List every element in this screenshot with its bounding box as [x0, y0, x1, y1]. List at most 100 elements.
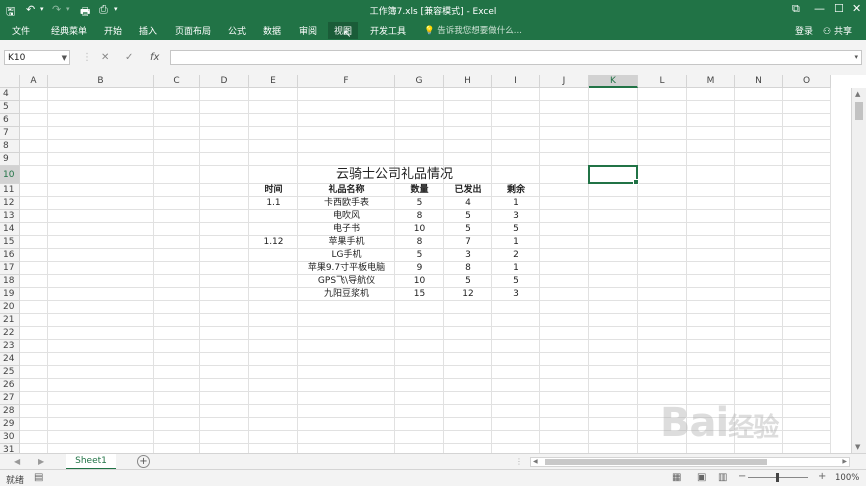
vertical-scroll-thumb[interactable]	[855, 102, 863, 120]
table-cell[interactable]: 9	[395, 262, 444, 275]
row-header-6[interactable]: 6	[0, 114, 20, 127]
table-cell[interactable]: 8	[395, 236, 444, 249]
table-cell[interactable]: 7	[444, 236, 492, 249]
column-header-a[interactable]: A	[20, 75, 48, 88]
expand-formula-bar-icon[interactable]: ▾	[854, 53, 858, 61]
sheet-title-cell[interactable]: 云骑士公司礼品情况	[249, 166, 540, 184]
formula-input[interactable]: ▾	[170, 50, 862, 65]
scroll-tabs-left-icon[interactable]: ◀	[14, 457, 20, 466]
column-header-c[interactable]: C	[154, 75, 200, 88]
table-header-cell[interactable]: 时间	[249, 184, 298, 197]
table-cell[interactable]: 5	[492, 275, 540, 288]
table-cell[interactable]: 3	[492, 288, 540, 301]
cancel-icon[interactable]: ✕	[101, 52, 109, 63]
row-header-23[interactable]: 23	[0, 340, 20, 353]
row-header-8[interactable]: 8	[0, 140, 20, 153]
table-cell[interactable]: 1	[492, 262, 540, 275]
page-layout-view-icon[interactable]: ▣	[697, 472, 706, 483]
scroll-tabs-right-icon[interactable]: ▶	[38, 457, 44, 466]
column-header-i[interactable]: I	[492, 75, 540, 88]
row-header-25[interactable]: 25	[0, 366, 20, 379]
tab-split-handle-icon[interactable]: ⋮	[515, 457, 523, 466]
column-header-e[interactable]: E	[249, 75, 298, 88]
row-header-29[interactable]: 29	[0, 418, 20, 431]
row-header-26[interactable]: 26	[0, 379, 20, 392]
column-header-l[interactable]: L	[638, 75, 687, 88]
vertical-scrollbar[interactable]: ▲ ▼	[851, 88, 866, 453]
row-header-22[interactable]: 22	[0, 327, 20, 340]
column-header-o[interactable]: O	[783, 75, 831, 88]
normal-view-icon[interactable]: ▦	[672, 472, 681, 483]
row-header-16[interactable]: 16	[0, 249, 20, 262]
enter-icon[interactable]: ✓	[125, 52, 133, 63]
column-header-j[interactable]: J	[540, 75, 589, 88]
row-header-28[interactable]: 28	[0, 405, 20, 418]
column-header-g[interactable]: G	[395, 75, 444, 88]
table-cell[interactable]: 5	[444, 210, 492, 223]
row-header-24[interactable]: 24	[0, 353, 20, 366]
page-break-view-icon[interactable]: ▥	[718, 472, 727, 483]
row-header-21[interactable]: 21	[0, 314, 20, 327]
column-header-m[interactable]: M	[687, 75, 735, 88]
tab-file[interactable]: 文件	[12, 24, 30, 37]
row-header-14[interactable]: 14	[0, 223, 20, 236]
worksheet-grid[interactable]: A B C D E F G H I J K L M N O 4 5 6 7 8 9 10 11 12 13 14 15 16 17 18 1…	[0, 75, 866, 453]
maximize-icon[interactable]: ☐	[834, 2, 844, 15]
row-header-12[interactable]: 12	[0, 197, 20, 210]
table-cell[interactable]: 8	[444, 262, 492, 275]
name-box-dropdown-icon[interactable]: ▼	[62, 51, 67, 66]
table-cell[interactable]: 15	[395, 288, 444, 301]
row-header-9[interactable]: 9	[0, 153, 20, 166]
table-cell[interactable]: 12	[444, 288, 492, 301]
horizontal-scroll-thumb[interactable]	[545, 459, 767, 465]
row-header-7[interactable]: 7	[0, 127, 20, 140]
tab-page-layout[interactable]: 页面布局	[175, 24, 211, 37]
table-cell[interactable]: 1.1	[249, 197, 298, 210]
column-header-k[interactable]: K	[589, 75, 638, 88]
table-cell[interactable]: 3	[444, 249, 492, 262]
zoom-slider-knob[interactable]	[776, 473, 779, 482]
tab-formulas[interactable]: 公式	[228, 24, 246, 37]
table-cell[interactable]: 1	[492, 236, 540, 249]
row-header-10[interactable]: 10	[0, 166, 20, 184]
fill-handle[interactable]	[633, 179, 639, 185]
table-cell[interactable]: 1.12	[249, 236, 298, 249]
minimize-icon[interactable]: —	[814, 2, 825, 15]
table-cell[interactable]: 电吹风	[298, 210, 395, 223]
row-header-4[interactable]: 4	[0, 88, 20, 101]
tab-developer[interactable]: 开发工具	[370, 24, 406, 37]
table-cell[interactable]: 5	[395, 249, 444, 262]
tab-data[interactable]: 数据	[263, 24, 281, 37]
table-cell[interactable]: 苹果手机	[298, 236, 395, 249]
table-header-cell[interactable]: 数量	[395, 184, 444, 197]
zoom-in-button[interactable]: +	[818, 471, 826, 482]
table-cell[interactable]: 5	[444, 275, 492, 288]
column-header-n[interactable]: N	[735, 75, 783, 88]
restore-icon[interactable]: ⧉	[792, 2, 800, 16]
zoom-out-button[interactable]: −	[738, 471, 746, 482]
table-cell[interactable]: 4	[444, 197, 492, 210]
column-header-b[interactable]: B	[48, 75, 154, 88]
table-cell[interactable]: 5	[492, 223, 540, 236]
column-header-f[interactable]: F	[298, 75, 395, 88]
table-cell[interactable]: 电子书	[298, 223, 395, 236]
row-header-11[interactable]: 11	[0, 184, 20, 197]
sheet-tab-sheet1[interactable]: Sheet1	[66, 454, 116, 470]
tell-me-search[interactable]: 💡 告诉我您想要做什么...	[424, 24, 522, 36]
table-cell[interactable]: 苹果9.7寸平板电脑	[298, 262, 395, 275]
zoom-slider[interactable]	[748, 473, 808, 482]
row-header-18[interactable]: 18	[0, 275, 20, 288]
row-header-19[interactable]: 19	[0, 288, 20, 301]
table-cell[interactable]: LG手机	[298, 249, 395, 262]
row-header-17[interactable]: 17	[0, 262, 20, 275]
table-cell[interactable]: 10	[395, 223, 444, 236]
table-cell[interactable]: 卡西欧手表	[298, 197, 395, 210]
table-header-cell[interactable]: 已发出	[444, 184, 492, 197]
table-cell[interactable]: 8	[395, 210, 444, 223]
tab-review[interactable]: 审阅	[299, 24, 317, 37]
row-header-30[interactable]: 30	[0, 431, 20, 444]
table-cell[interactable]: 2	[492, 249, 540, 262]
tab-home[interactable]: 开始	[104, 24, 122, 37]
row-header-27[interactable]: 27	[0, 392, 20, 405]
login-button[interactable]: 登录	[795, 24, 813, 37]
